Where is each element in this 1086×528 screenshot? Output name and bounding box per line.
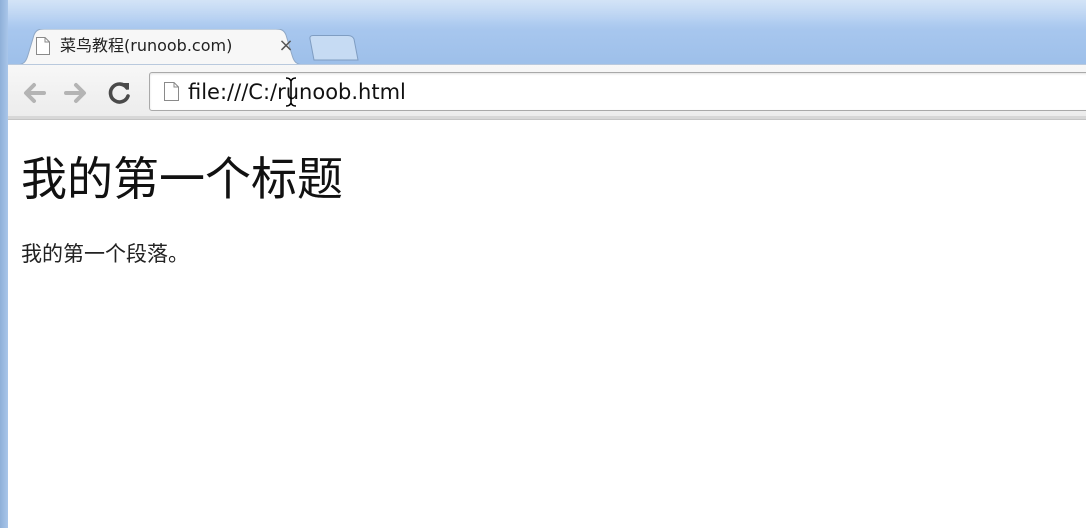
forward-button[interactable] xyxy=(62,79,90,107)
back-arrow-icon xyxy=(24,83,46,103)
new-tab-icon xyxy=(309,35,359,61)
back-button[interactable] xyxy=(20,79,48,107)
page-paragraph: 我的第一个段落。 xyxy=(21,242,189,266)
page-content: 我的第一个标题 我的第一个段落。 xyxy=(8,120,1086,528)
title-bar-glare xyxy=(0,0,1086,30)
page-icon xyxy=(36,37,50,55)
window-frame-left xyxy=(0,0,8,528)
text-cursor-icon xyxy=(284,77,298,107)
new-tab-button[interactable] xyxy=(308,35,360,61)
tab-title: 菜鸟教程(runoob.com) xyxy=(60,36,233,55)
reload-button[interactable] xyxy=(106,79,134,107)
reload-icon xyxy=(108,82,130,104)
page-heading: 我的第一个标题 xyxy=(21,152,343,206)
page-icon xyxy=(164,82,179,101)
close-icon[interactable]: × xyxy=(277,36,295,56)
tab-runoob[interactable]: 菜鸟教程(runoob.com) × xyxy=(14,29,306,65)
forward-arrow-icon xyxy=(64,83,86,103)
address-bar[interactable]: file:///C:/runoob.html xyxy=(149,72,1086,111)
browser-window: 菜鸟教程(runoob.com) × file:///C:/runoob.htm… xyxy=(0,0,1086,528)
toolbar: file:///C:/runoob.html xyxy=(8,64,1086,117)
